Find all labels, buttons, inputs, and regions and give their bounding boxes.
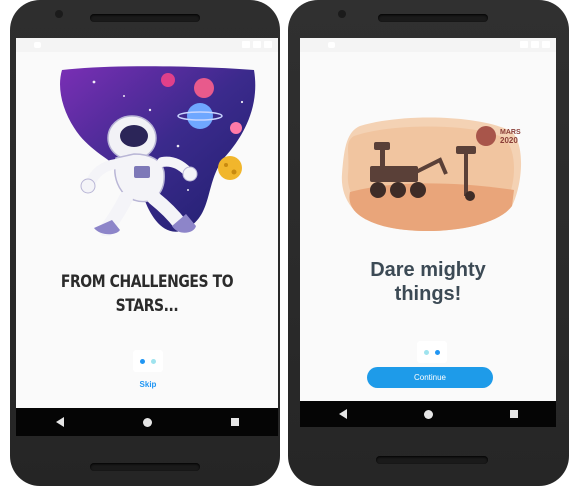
onboarding-screen-space: FROM CHALLENGES TO STARS... Skip [16,38,278,408]
mars-2020-logo-text: MARS [500,129,521,136]
skip-button[interactable]: Skip [128,380,168,389]
back-icon[interactable] [55,417,64,427]
bottom-speaker [90,463,200,471]
page-dot-1[interactable] [424,349,429,355]
home-icon[interactable] [423,409,433,419]
recent-apps-icon[interactable] [230,418,239,426]
onboarding-headline: FROM CHALLENGES TO STARS... [60,272,234,316]
front-camera [55,10,63,18]
wifi-icon [520,41,528,48]
page-dot-1-active[interactable] [140,358,145,364]
status-bar [16,38,278,52]
battery-icon [264,41,272,48]
onboarding-screen-mars: MARS 2020 Dare mighty things! Continue [300,38,556,401]
wifi-icon [242,41,250,48]
astronaut-illustration [60,66,256,236]
onboarding-headline: Dare mighty things! [370,259,486,305]
phone-frame-right: MARS 2020 Dare mighty things! Continue [288,0,569,486]
signal-icon [531,41,539,48]
mars-rover-illustration: MARS 2020 [341,117,522,232]
bottom-speaker [376,456,488,464]
page-indicator [417,341,447,363]
notification-icon [34,42,41,48]
continue-button[interactable]: Continue [367,367,493,388]
recent-apps-icon[interactable] [509,410,518,418]
phone-frame-left: FROM CHALLENGES TO STARS... Skip [10,0,280,486]
status-icons [520,41,550,48]
status-icons [242,41,272,48]
battery-icon [542,41,550,48]
signal-icon [253,41,261,48]
svg-text:2020: 2020 [500,136,518,145]
notification-icon [328,42,335,48]
home-icon[interactable] [142,417,152,427]
emulator-stage: FROM CHALLENGES TO STARS... Skip MARS 20… [0,0,569,486]
back-icon[interactable] [338,409,347,419]
top-speaker [378,14,488,22]
top-speaker [90,14,200,22]
page-dot-2[interactable] [151,358,156,364]
page-dot-2-active[interactable] [435,349,440,355]
system-nav-bar [16,408,278,436]
system-nav-bar [300,401,556,427]
status-bar [300,38,556,52]
page-indicator [133,350,163,372]
front-camera [338,10,346,18]
